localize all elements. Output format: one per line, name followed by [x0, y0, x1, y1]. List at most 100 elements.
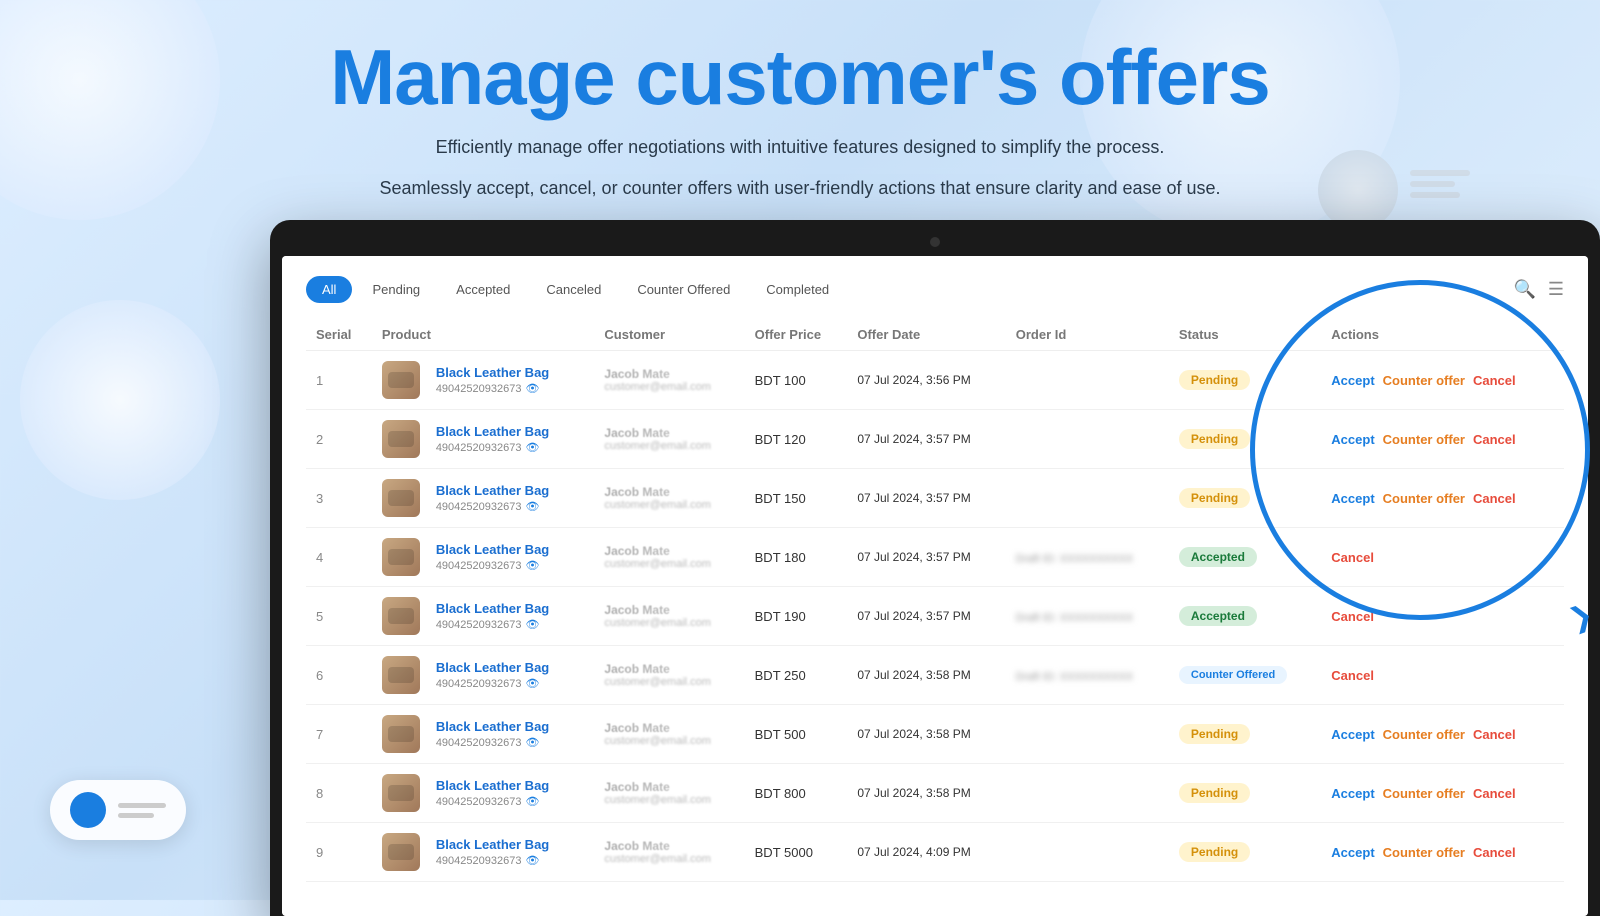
customer-name: Jacob Mate	[604, 721, 734, 735]
eye-icon[interactable]: 👁	[525, 441, 539, 454]
product-sku: 49042520932673 👁	[436, 677, 549, 690]
col-product: Product	[372, 319, 595, 351]
cell-product: Black Leather Bag 49042520932673 👁	[372, 469, 595, 528]
table-row: 1 Black Leather Bag 49042520932673 👁 Jac…	[306, 351, 1564, 410]
col-actions: Actions	[1321, 319, 1564, 351]
cancel-button[interactable]: Cancel	[1473, 373, 1516, 388]
col-offer-date: Offer Date	[847, 319, 1005, 351]
eye-icon[interactable]: 👁	[525, 795, 539, 808]
col-serial: Serial	[306, 319, 372, 351]
accept-button[interactable]: Accept	[1331, 727, 1374, 742]
cell-status: Counter Offered	[1169, 646, 1321, 705]
cell-serial: 1	[306, 351, 372, 410]
product-image	[382, 774, 420, 812]
cell-offer-price: BDT 500	[745, 705, 848, 764]
counter-offer-button[interactable]: Counter offer	[1383, 491, 1465, 506]
product-image	[382, 538, 420, 576]
tab-accepted[interactable]: Accepted	[440, 276, 526, 303]
cell-actions: Accept Counter offer Cancel	[1321, 351, 1564, 410]
accept-button[interactable]: Accept	[1331, 786, 1374, 801]
cell-serial: 3	[306, 469, 372, 528]
cell-serial: 8	[306, 764, 372, 823]
cell-customer: Jacob Mate customer@email.com	[594, 528, 744, 587]
table-row: 5 Black Leather Bag 49042520932673 👁 Jac…	[306, 587, 1564, 646]
cancel-button[interactable]: Cancel	[1473, 786, 1516, 801]
eye-icon[interactable]: 👁	[525, 500, 539, 513]
search-button[interactable]: 🔍	[1513, 279, 1535, 300]
eye-icon[interactable]: 👁	[525, 736, 539, 749]
actions-cell: Cancel	[1331, 668, 1554, 683]
cell-offer-date: 07 Jul 2024, 3:57 PM	[847, 587, 1005, 646]
customer-name: Jacob Mate	[604, 367, 734, 381]
product-name: Black Leather Bag	[436, 837, 549, 852]
cell-actions: Accept Counter offer Cancel	[1321, 823, 1564, 882]
product-sku: 49042520932673 👁	[436, 382, 549, 395]
cell-status: Accepted	[1169, 587, 1321, 646]
eye-icon[interactable]: 👁	[525, 559, 539, 572]
cell-offer-date: 07 Jul 2024, 3:56 PM	[847, 351, 1005, 410]
cell-order-id	[1006, 823, 1169, 882]
counter-offer-button[interactable]: Counter offer	[1383, 373, 1465, 388]
accept-button[interactable]: Accept	[1331, 432, 1374, 447]
counter-offer-button[interactable]: Counter offer	[1383, 432, 1465, 447]
cancel-button[interactable]: Cancel	[1331, 668, 1374, 683]
table-row: 8 Black Leather Bag 49042520932673 👁 Jac…	[306, 764, 1564, 823]
product-info: Black Leather Bag 49042520932673 👁	[436, 778, 549, 808]
laptop-frame: All Pending Accepted Canceled Counter Of…	[270, 220, 1600, 916]
status-badge: Accepted	[1179, 606, 1257, 626]
tab-canceled[interactable]: Canceled	[530, 276, 617, 303]
eye-icon[interactable]: 👁	[525, 618, 539, 631]
cancel-button[interactable]: Cancel	[1473, 845, 1516, 860]
table-row: 2 Black Leather Bag 49042520932673 👁 Jac…	[306, 410, 1564, 469]
cell-offer-price: BDT 150	[745, 469, 848, 528]
cancel-button[interactable]: Cancel	[1331, 609, 1374, 624]
cell-status: Pending	[1169, 823, 1321, 882]
actions-cell: Accept Counter offer Cancel	[1331, 373, 1554, 388]
customer-email: customer@email.com	[604, 440, 734, 452]
product-info: Black Leather Bag 49042520932673 👁	[436, 365, 549, 395]
cell-product: Black Leather Bag 49042520932673 👁	[372, 764, 595, 823]
accept-button[interactable]: Accept	[1331, 373, 1374, 388]
eye-icon[interactable]: 👁	[525, 677, 539, 690]
cell-offer-date: 07 Jul 2024, 3:57 PM	[847, 469, 1005, 528]
counter-offer-button[interactable]: Counter offer	[1383, 786, 1465, 801]
hero-section: Manage customer's offers Efficiently man…	[0, 0, 1600, 202]
tab-counter-offered[interactable]: Counter Offered	[621, 276, 746, 303]
product-name: Black Leather Bag	[436, 365, 549, 380]
eye-icon[interactable]: 👁	[525, 854, 539, 867]
cell-status: Pending	[1169, 705, 1321, 764]
tab-completed[interactable]: Completed	[750, 276, 845, 303]
hero-subtitle-1: Efficiently manage offer negotiations wi…	[0, 133, 1600, 162]
cell-offer-price: BDT 100	[745, 351, 848, 410]
customer-email: customer@email.com	[604, 617, 734, 629]
cell-offer-date: 07 Jul 2024, 4:09 PM	[847, 823, 1005, 882]
counter-offer-button[interactable]: Counter offer	[1383, 727, 1465, 742]
table-body: 1 Black Leather Bag 49042520932673 👁 Jac…	[306, 351, 1564, 882]
bottom-toggle-widget[interactable]	[50, 780, 186, 840]
cell-status: Pending	[1169, 351, 1321, 410]
actions-cell: Accept Counter offer Cancel	[1331, 845, 1554, 860]
product-image	[382, 833, 420, 871]
customer-name: Jacob Mate	[604, 839, 734, 853]
cell-actions: Accept Counter offer Cancel	[1321, 764, 1564, 823]
filter-button[interactable]: ☰	[1548, 279, 1564, 300]
accept-button[interactable]: Accept	[1331, 491, 1374, 506]
filter-tabs-row: All Pending Accepted Canceled Counter Of…	[306, 276, 1564, 303]
cancel-button[interactable]: Cancel	[1473, 491, 1516, 506]
cancel-button[interactable]: Cancel	[1473, 432, 1516, 447]
counter-offer-button[interactable]: Counter offer	[1383, 845, 1465, 860]
accept-button[interactable]: Accept	[1331, 845, 1374, 860]
product-image	[382, 479, 420, 517]
customer-name: Jacob Mate	[604, 544, 734, 558]
eye-icon[interactable]: 👁	[525, 382, 539, 395]
col-order-id: Order Id	[1006, 319, 1169, 351]
cell-customer: Jacob Mate customer@email.com	[594, 764, 744, 823]
tab-pending[interactable]: Pending	[356, 276, 436, 303]
tab-all[interactable]: All	[306, 276, 352, 303]
product-name: Black Leather Bag	[436, 601, 549, 616]
product-sku: 49042520932673 👁	[436, 736, 549, 749]
product-name: Black Leather Bag	[436, 719, 549, 734]
cancel-button[interactable]: Cancel	[1331, 550, 1374, 565]
product-sku: 49042520932673 👁	[436, 500, 549, 513]
cancel-button[interactable]: Cancel	[1473, 727, 1516, 742]
